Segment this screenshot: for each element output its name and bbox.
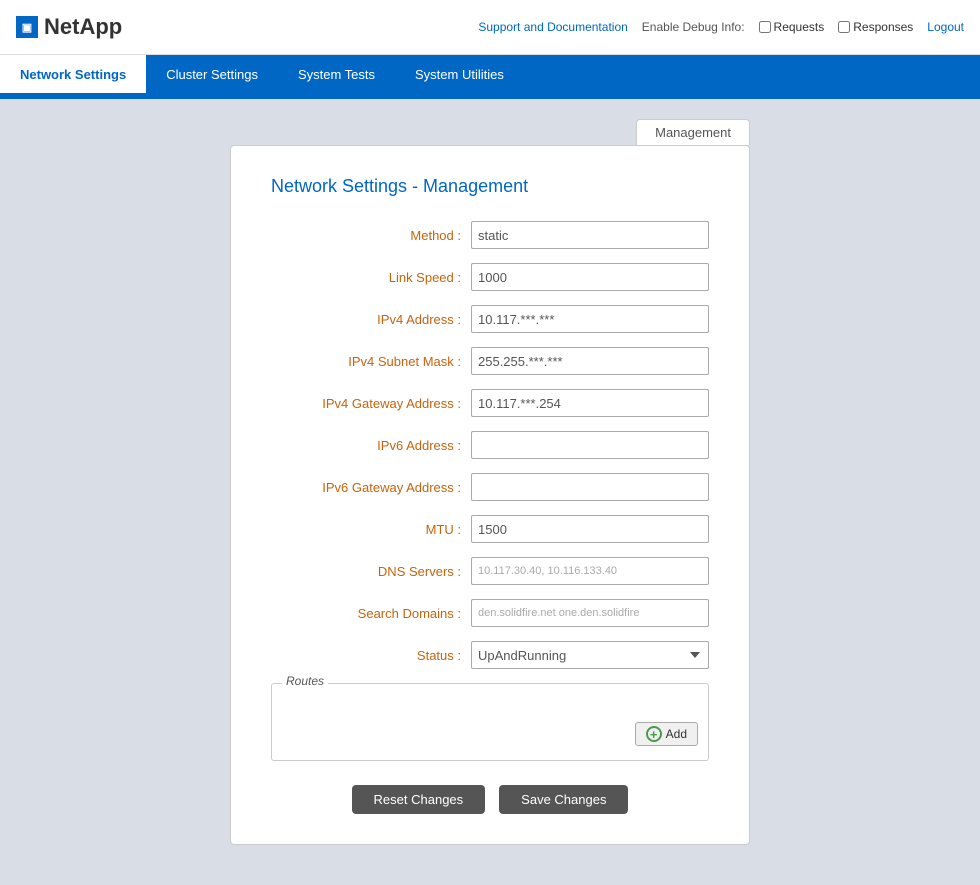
responses-checkbox-label[interactable]: Responses	[838, 20, 913, 34]
input-dns-servers[interactable]	[471, 557, 709, 585]
requests-label: Requests	[774, 20, 825, 34]
routes-section: Routes + Add	[271, 683, 709, 761]
requests-checkbox[interactable]	[759, 21, 771, 33]
reset-changes-button[interactable]: Reset Changes	[352, 785, 486, 814]
label-ipv4-gateway: IPv4 Gateway Address :	[271, 396, 471, 411]
page-title: Network Settings - Management	[271, 176, 709, 197]
label-ipv6-gateway: IPv6 Gateway Address :	[271, 480, 471, 495]
tab-label-area: Management	[230, 119, 750, 145]
add-label: Add	[666, 727, 687, 741]
input-mtu[interactable]	[471, 515, 709, 543]
field-row-link-speed: Link Speed :	[271, 263, 709, 291]
field-row-ipv4-gateway: IPv4 Gateway Address :	[271, 389, 709, 417]
requests-checkbox-label[interactable]: Requests	[759, 20, 825, 34]
field-row-status: Status : UpAndRunning Down NoLink	[271, 641, 709, 669]
label-ipv6-address: IPv6 Address :	[271, 438, 471, 453]
tab-system-utilities[interactable]: System Utilities	[395, 55, 524, 93]
logo-icon: ▣	[16, 16, 38, 38]
select-status[interactable]: UpAndRunning Down NoLink	[471, 641, 709, 669]
field-row-search-domains: Search Domains :	[271, 599, 709, 627]
save-changes-button[interactable]: Save Changes	[499, 785, 628, 814]
management-tab[interactable]: Management	[636, 119, 750, 145]
routes-add-row: + Add	[282, 722, 698, 746]
field-row-mtu: MTU :	[271, 515, 709, 543]
button-row: Reset Changes Save Changes	[271, 785, 709, 814]
tab-network-settings[interactable]: Network Settings	[0, 55, 146, 93]
tab-cluster-settings[interactable]: Cluster Settings	[146, 55, 278, 93]
input-ipv6-address[interactable]	[471, 431, 709, 459]
field-row-ipv6-address: IPv6 Address :	[271, 431, 709, 459]
settings-card: Network Settings - Management Method : L…	[230, 145, 750, 845]
input-ipv4-address[interactable]	[471, 305, 709, 333]
label-method: Method :	[271, 228, 471, 243]
label-link-speed: Link Speed :	[271, 270, 471, 285]
tab-system-tests[interactable]: System Tests	[278, 55, 395, 93]
routes-legend: Routes	[282, 674, 328, 688]
input-ipv4-gateway[interactable]	[471, 389, 709, 417]
logo-text: NetApp	[44, 14, 122, 40]
label-search-domains: Search Domains :	[271, 606, 471, 621]
input-method[interactable]	[471, 221, 709, 249]
label-status: Status :	[271, 648, 471, 663]
support-link[interactable]: Support and Documentation	[478, 20, 627, 34]
add-route-button[interactable]: + Add	[635, 722, 698, 746]
input-link-speed[interactable]	[471, 263, 709, 291]
responses-label: Responses	[853, 20, 913, 34]
label-dns-servers: DNS Servers :	[271, 564, 471, 579]
debug-label: Enable Debug Info:	[642, 20, 745, 34]
field-row-ipv4-address: IPv4 Address :	[271, 305, 709, 333]
logo: ▣ NetApp	[16, 14, 122, 40]
input-ipv6-gateway[interactable]	[471, 473, 709, 501]
input-ipv4-subnet[interactable]	[471, 347, 709, 375]
field-row-method: Method :	[271, 221, 709, 249]
top-bar: ▣ NetApp Support and Documentation Enabl…	[0, 0, 980, 55]
top-links-area: Support and Documentation Enable Debug I…	[478, 20, 964, 34]
label-ipv4-subnet: IPv4 Subnet Mask :	[271, 354, 471, 369]
field-row-ipv4-subnet: IPv4 Subnet Mask :	[271, 347, 709, 375]
input-search-domains[interactable]	[471, 599, 709, 627]
add-icon: +	[646, 726, 662, 742]
nav-bar: Network Settings Cluster Settings System…	[0, 55, 980, 93]
field-row-ipv6-gateway: IPv6 Gateway Address :	[271, 473, 709, 501]
responses-checkbox[interactable]	[838, 21, 850, 33]
label-mtu: MTU :	[271, 522, 471, 537]
label-ipv4-address: IPv4 Address :	[271, 312, 471, 327]
field-row-dns-servers: DNS Servers :	[271, 557, 709, 585]
logout-link[interactable]: Logout	[927, 20, 964, 34]
page-content: Management Network Settings - Management…	[0, 99, 980, 885]
